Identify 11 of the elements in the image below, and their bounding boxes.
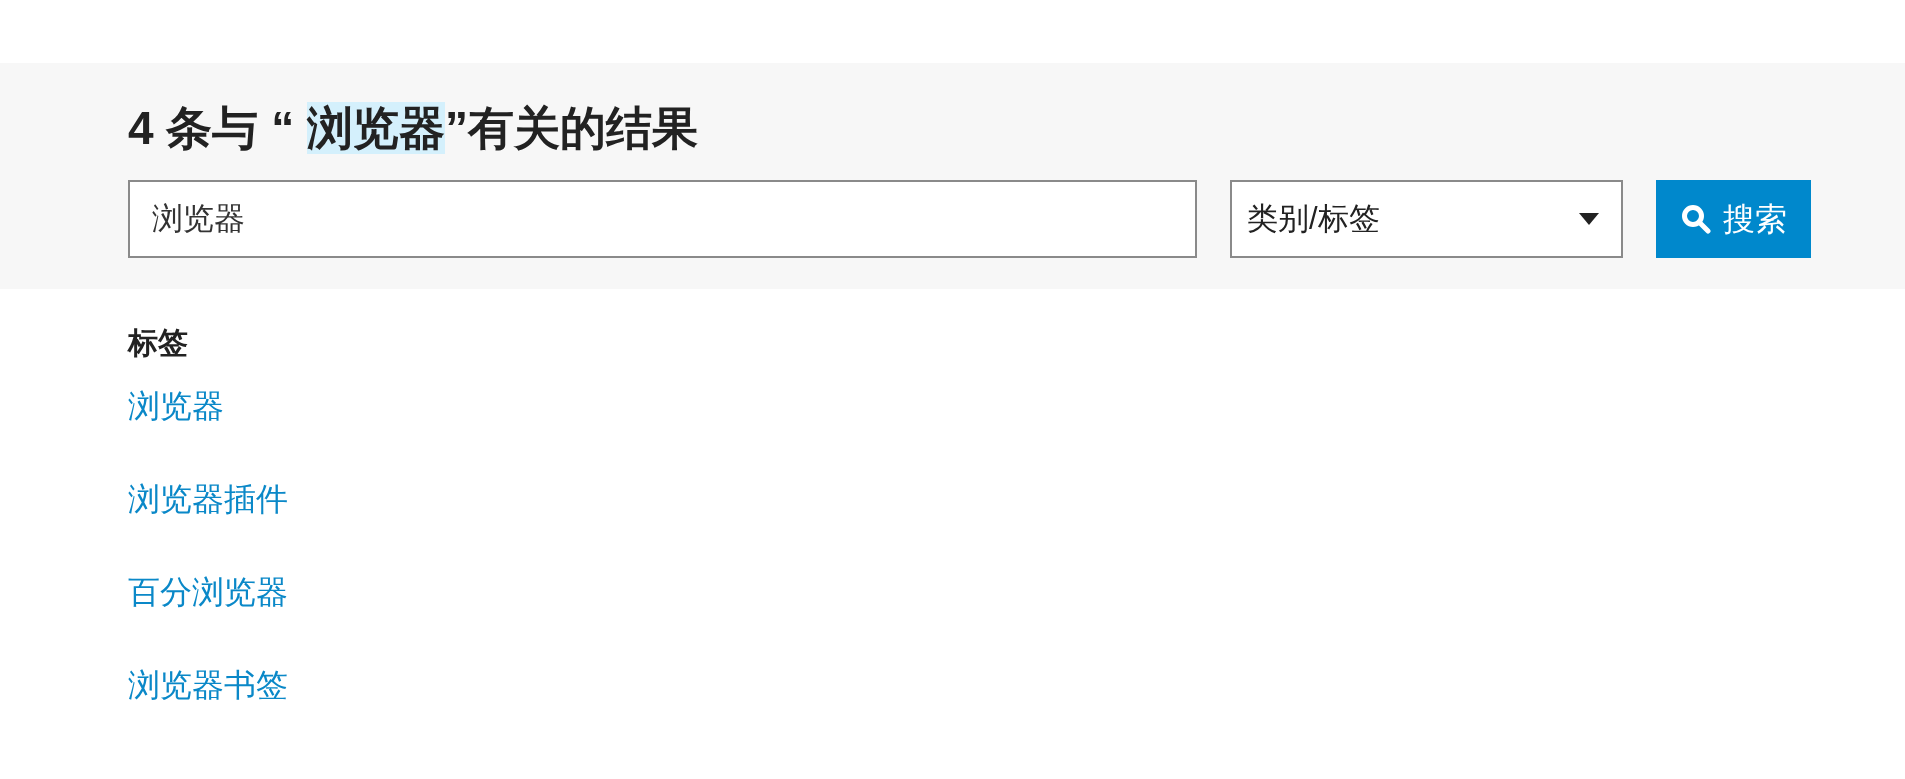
caret-icon (1579, 213, 1599, 225)
category-dropdown[interactable]: 类别/标签 (1230, 180, 1623, 258)
section-heading: 标签 (128, 325, 189, 361)
tag-link[interactable]: 浏览器书签 (128, 665, 288, 706)
search-field[interactable]: 浏览器 (128, 180, 1197, 258)
tag-link[interactable]: 浏览器 (128, 386, 224, 427)
tag-link[interactable]: 百分浏览器 (128, 572, 288, 613)
search-button[interactable]: 搜索 (1656, 180, 1811, 258)
tag-link[interactable]: 浏览器插件 (128, 479, 288, 520)
search-icon (1680, 204, 1711, 234)
results-title: 4 条与 “ 浏览器”有关的结果 (128, 103, 699, 153)
